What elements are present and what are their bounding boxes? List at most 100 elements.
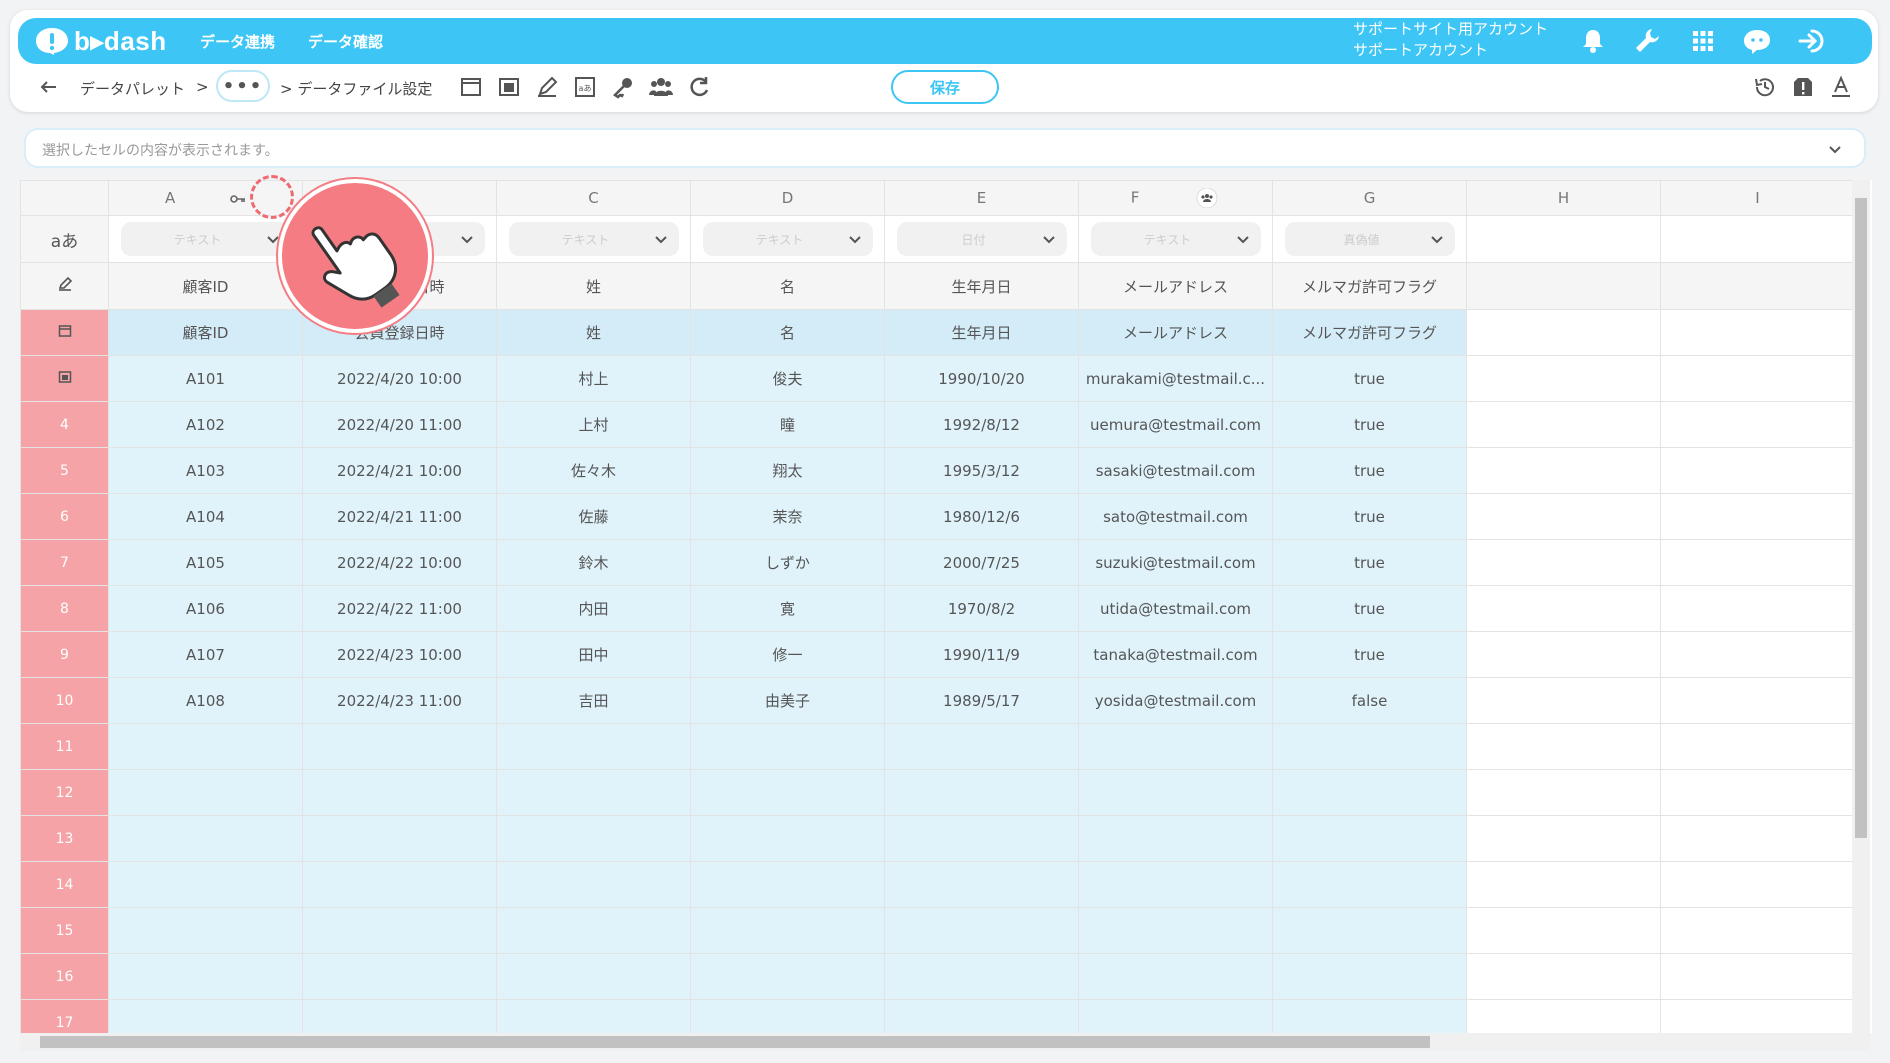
type-select-cell[interactable]: 日付 <box>884 215 1079 263</box>
window-icon[interactable] <box>458 74 484 100</box>
data-cell[interactable] <box>108 861 303 908</box>
row-header[interactable] <box>20 355 109 402</box>
data-cell[interactable]: 吉田 <box>496 677 691 724</box>
data-cell[interactable]: 内田 <box>496 585 691 632</box>
horizontal-scroll-thumb[interactable] <box>40 1036 1430 1048</box>
row-header[interactable]: 13 <box>20 815 109 862</box>
data-cell[interactable]: 上村 <box>496 401 691 448</box>
data-cell[interactable] <box>690 861 885 908</box>
data-cell[interactable]: A104 <box>108 493 303 540</box>
data-cell[interactable]: 田中 <box>496 631 691 678</box>
data-cell[interactable]: 茉奈 <box>690 493 885 540</box>
row-header[interactable]: 7 <box>20 539 109 586</box>
data-cell[interactable]: A102 <box>108 401 303 448</box>
type-select-cell[interactable]: テキスト <box>108 215 303 263</box>
data-cell[interactable]: 1970/8/2 <box>884 585 1079 632</box>
type-select-cell[interactable]: テキスト <box>1078 215 1273 263</box>
row-header[interactable]: 17 <box>20 999 109 1033</box>
type-select[interactable]: 日付 <box>896 222 1067 256</box>
data-cell[interactable] <box>1078 907 1273 954</box>
data-cell[interactable]: A107 <box>108 631 303 678</box>
column-header-g[interactable]: G <box>1272 180 1467 216</box>
data-cell[interactable] <box>496 769 691 816</box>
data-cell[interactable] <box>1466 631 1661 678</box>
data-cell[interactable]: 佐藤 <box>496 493 691 540</box>
row-header[interactable]: 8 <box>20 585 109 632</box>
data-cell[interactable] <box>1660 493 1855 540</box>
data-cell[interactable] <box>690 723 885 770</box>
data-cell[interactable]: 修一 <box>690 631 885 678</box>
data-cell[interactable]: A103 <box>108 447 303 494</box>
data-cell[interactable] <box>884 769 1079 816</box>
data-cell[interactable]: 寛 <box>690 585 885 632</box>
data-cell[interactable] <box>1660 907 1855 954</box>
data-cell[interactable]: 翔太 <box>690 447 885 494</box>
data-cell[interactable]: 1990/10/20 <box>884 355 1079 402</box>
column-header-h[interactable]: H <box>1466 180 1661 216</box>
data-cell[interactable]: true <box>1272 631 1467 678</box>
data-cell[interactable] <box>1660 815 1855 862</box>
data-cell[interactable] <box>1660 723 1855 770</box>
column-name-cell[interactable]: メルマガ許可フラグ <box>1272 262 1467 310</box>
font-icon[interactable] <box>1828 74 1854 100</box>
data-cell[interactable]: 村上 <box>496 355 691 402</box>
data-cell[interactable] <box>302 907 497 954</box>
data-cell[interactable]: 2022/4/23 11:00 <box>302 677 497 724</box>
header-cell[interactable]: 顧客ID <box>108 309 303 356</box>
data-cell[interactable] <box>496 907 691 954</box>
row-header[interactable]: 11 <box>20 723 109 770</box>
data-cell[interactable] <box>1660 355 1855 402</box>
data-cell[interactable] <box>496 953 691 1000</box>
breadcrumb-root[interactable]: データパレット <box>80 78 185 99</box>
panel-icon[interactable] <box>496 74 522 100</box>
vertical-scrollbar[interactable] <box>1852 180 1870 1033</box>
header-cell[interactable]: 姓 <box>496 309 691 356</box>
data-cell[interactable] <box>1466 677 1661 724</box>
header-cell[interactable]: メルマガ許可フラグ <box>1272 309 1467 356</box>
data-cell[interactable] <box>1466 493 1661 540</box>
text-icon[interactable]: aあ <box>572 74 598 100</box>
data-cell[interactable] <box>690 953 885 1000</box>
data-cell[interactable] <box>1466 355 1661 402</box>
data-cell[interactable]: 由美子 <box>690 677 885 724</box>
type-select-cell[interactable]: テキスト <box>690 215 885 263</box>
data-cell[interactable] <box>108 723 303 770</box>
save-button[interactable]: 保存 <box>891 70 999 104</box>
data-cell[interactable] <box>1078 999 1273 1033</box>
data-cell[interactable]: A105 <box>108 539 303 586</box>
data-cell[interactable] <box>108 769 303 816</box>
data-cell[interactable] <box>1660 861 1855 908</box>
data-cell[interactable] <box>690 907 885 954</box>
data-cell[interactable]: true <box>1272 447 1467 494</box>
row-header[interactable]: 15 <box>20 907 109 954</box>
data-cell[interactable] <box>1272 953 1467 1000</box>
data-cell[interactable] <box>884 815 1079 862</box>
data-cell[interactable] <box>1466 861 1661 908</box>
data-cell[interactable]: 佐々木 <box>496 447 691 494</box>
logo[interactable]: b▸dash <box>34 24 167 58</box>
data-cell[interactable] <box>1466 999 1661 1033</box>
data-cell[interactable]: A101 <box>108 355 303 402</box>
column-header-c[interactable]: C <box>496 180 691 216</box>
data-cell[interactable]: murakami@testmail.c... <box>1078 355 1273 402</box>
data-cell[interactable] <box>496 723 691 770</box>
column-name-cell[interactable]: メールアドレス <box>1078 262 1273 310</box>
chat-icon[interactable] <box>1742 26 1772 56</box>
nav-data-check[interactable]: データ確認 <box>308 31 383 52</box>
key-icon[interactable] <box>230 193 246 205</box>
data-cell[interactable]: 2022/4/22 10:00 <box>302 539 497 586</box>
data-cell[interactable] <box>1466 815 1661 862</box>
data-cell[interactable] <box>302 999 497 1033</box>
back-arrow-icon[interactable] <box>36 74 62 100</box>
data-cell[interactable]: true <box>1272 493 1467 540</box>
header-cell[interactable]: メールアドレス <box>1078 309 1273 356</box>
data-cell[interactable] <box>690 769 885 816</box>
column-name-cell[interactable] <box>1660 262 1855 310</box>
header-cell[interactable]: 名 <box>690 309 885 356</box>
data-cell[interactable]: 2022/4/23 10:00 <box>302 631 497 678</box>
nav-data-link[interactable]: データ連携 <box>200 31 275 52</box>
data-cell[interactable] <box>108 907 303 954</box>
header-cell[interactable]: 生年月日 <box>884 309 1079 356</box>
data-cell[interactable] <box>302 861 497 908</box>
alert-icon[interactable] <box>1790 74 1816 100</box>
